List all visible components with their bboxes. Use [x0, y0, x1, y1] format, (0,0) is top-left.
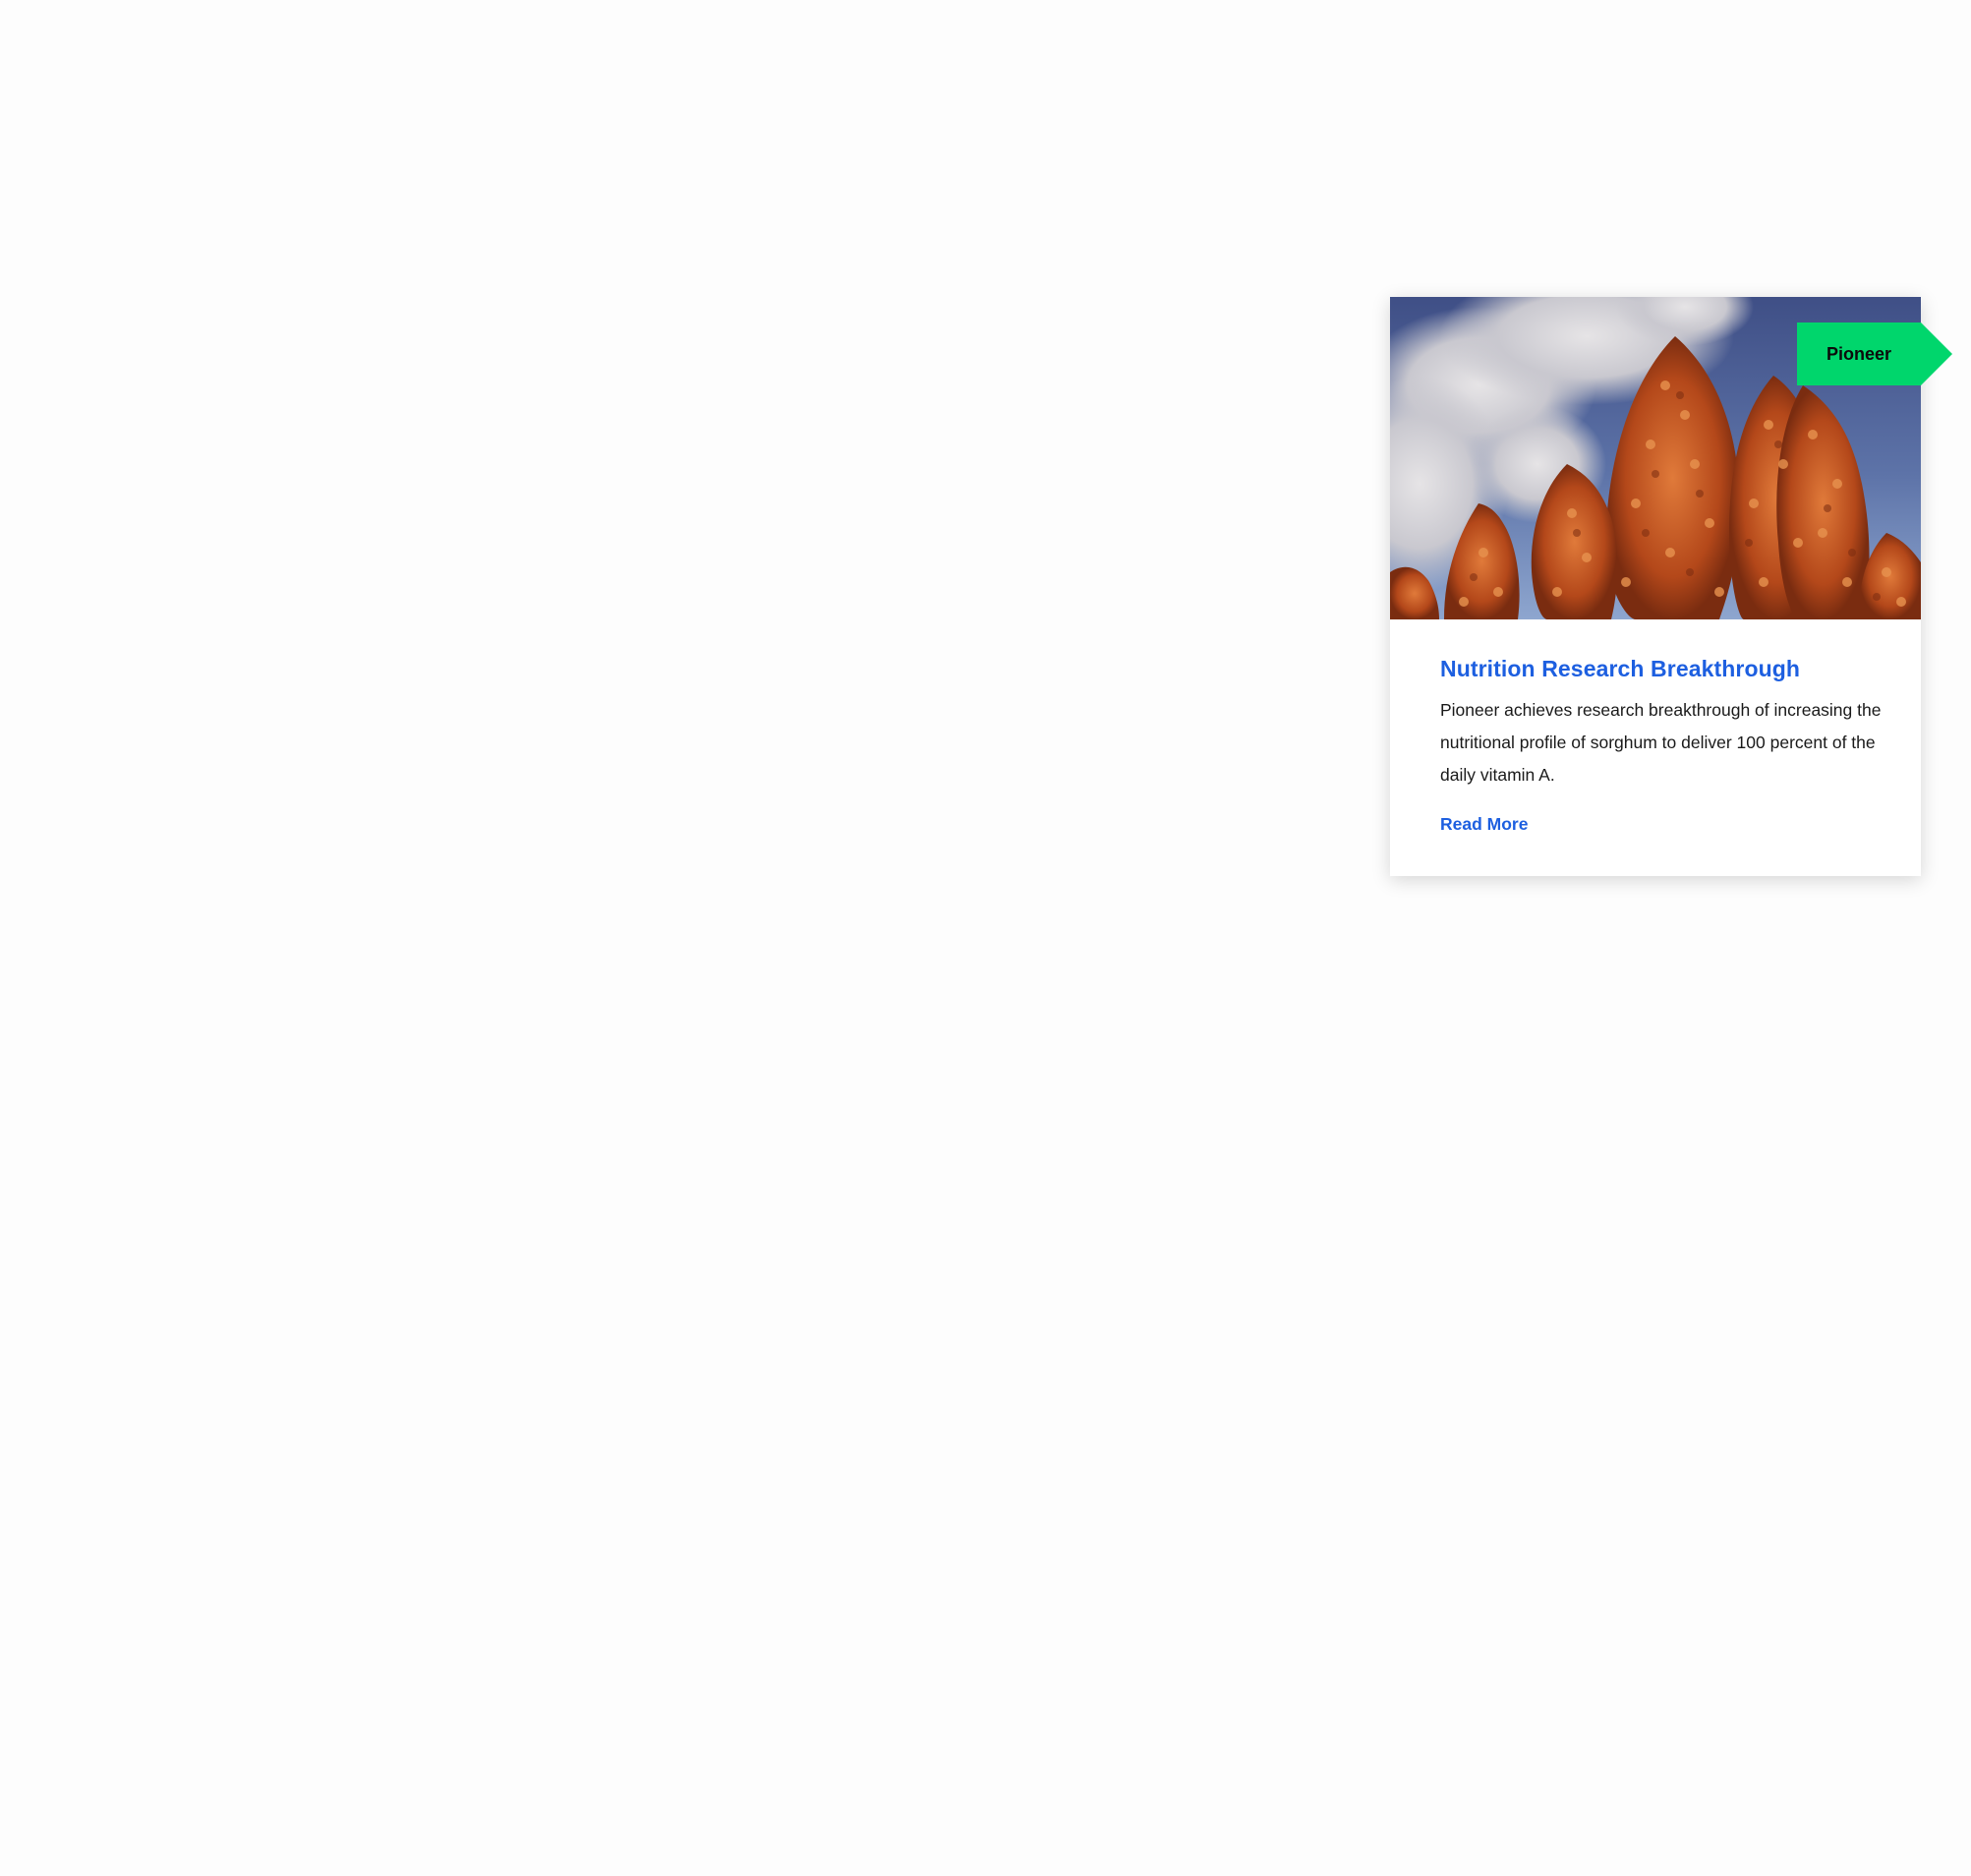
category-tag: Pioneer	[1797, 322, 1952, 385]
card-body: Nutrition Research Breakthrough Pioneer …	[1440, 651, 1883, 835]
card-title[interactable]: Nutrition Research Breakthrough	[1440, 651, 1883, 686]
read-more-link[interactable]: Read More	[1440, 814, 1528, 835]
news-card: Pioneer Nutrition Research Breakthrough …	[1390, 297, 1952, 876]
card-description: Pioneer achieves research breakthrough o…	[1440, 700, 1882, 785]
tag-label: Pioneer	[1826, 344, 1892, 364]
